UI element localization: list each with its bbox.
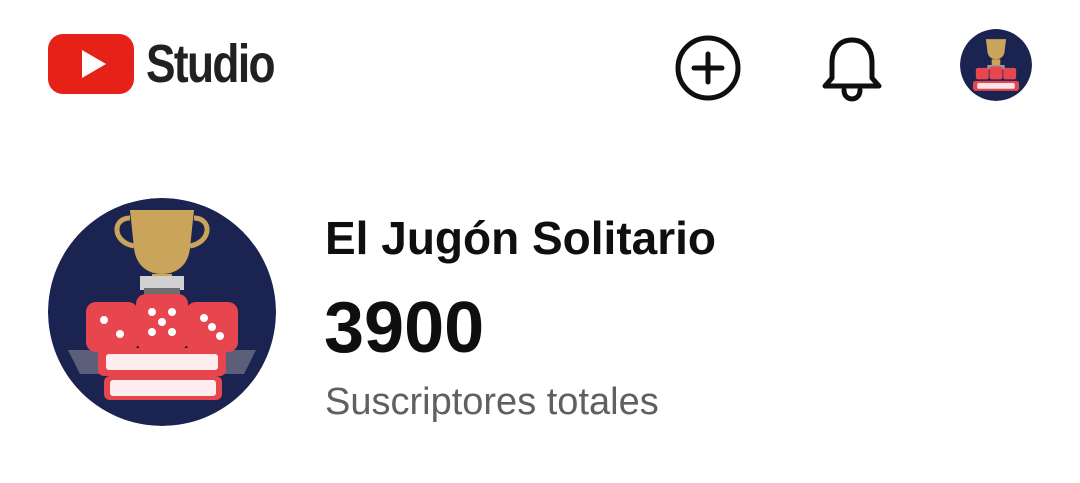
youtube-studio-logo[interactable]: Studio xyxy=(48,34,302,94)
create-button[interactable] xyxy=(670,30,746,106)
youtube-play-icon xyxy=(48,34,134,94)
channel-avatar xyxy=(960,29,1032,101)
notifications-button[interactable] xyxy=(814,30,890,106)
subscriber-label: Suscriptores totales xyxy=(325,381,659,423)
channel-name: El Jugón Solitario xyxy=(325,212,717,264)
channel-avatar-large[interactable] xyxy=(48,198,276,426)
bell-icon xyxy=(822,37,882,102)
account-avatar[interactable] xyxy=(960,29,1032,101)
subscriber-count: 3900 xyxy=(324,288,485,368)
logo-text: Studio xyxy=(146,34,276,94)
add-circle-icon xyxy=(675,35,741,101)
channel-avatar xyxy=(48,198,276,426)
